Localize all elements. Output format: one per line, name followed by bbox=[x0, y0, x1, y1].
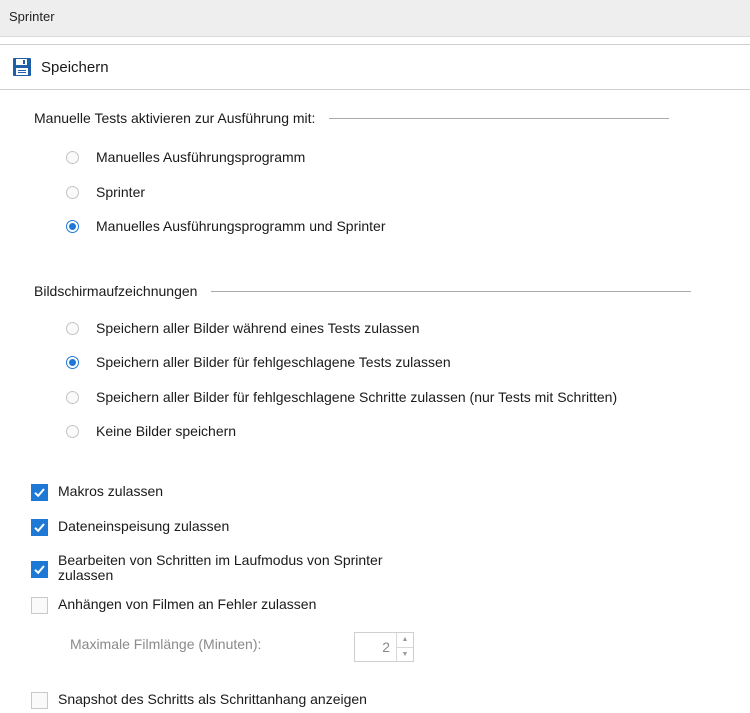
spinner-up-icon[interactable]: ▲ bbox=[397, 633, 413, 647]
divider bbox=[211, 290, 692, 292]
radio-save-images-failed-steps[interactable]: Speichern aller Bilder für fehlgeschlage… bbox=[66, 389, 617, 405]
checkmark-icon bbox=[34, 523, 45, 533]
radio-sprinter[interactable]: Sprinter bbox=[66, 184, 145, 200]
radio-save-images-failed-tests[interactable]: Speichern aller Bilder für fehlgeschlage… bbox=[66, 354, 451, 370]
divider bbox=[329, 117, 670, 119]
radio-manual-runner-and-sprinter[interactable]: Manuelles Ausführungsprogramm und Sprint… bbox=[66, 218, 386, 234]
checkbox-unchecked[interactable] bbox=[31, 692, 48, 709]
checkbox-attach-movies[interactable]: Anhängen von Filmen an Fehler zulassen bbox=[31, 597, 316, 614]
radio-manual-runner[interactable]: Manuelles Ausführungsprogramm bbox=[66, 149, 305, 165]
window-title-bar: Sprinter bbox=[0, 0, 750, 37]
screen-recording-group-title: Bildschirmaufzeichnungen bbox=[34, 283, 692, 299]
checkbox-checked[interactable] bbox=[31, 484, 48, 501]
film-length-label: Maximale Filmlänge (Minuten): bbox=[70, 636, 262, 652]
radio-button-selected[interactable] bbox=[66, 219, 79, 233]
film-length-value[interactable]: 2 bbox=[355, 633, 396, 661]
checkbox-allow-macros[interactable]: Makros zulassen bbox=[31, 484, 163, 501]
save-button[interactable]: Speichern bbox=[12, 57, 109, 77]
toolbar: Speichern bbox=[0, 44, 750, 90]
checkbox-checked[interactable] bbox=[31, 519, 48, 536]
radio-no-images[interactable]: Keine Bilder speichern bbox=[66, 423, 236, 439]
spinner-down-icon[interactable]: ▼ bbox=[397, 646, 413, 662]
checkbox-allow-edit-steps[interactable]: Bearbeiten von Schritten im Laufmodus vo… bbox=[31, 553, 383, 583]
radio-button[interactable] bbox=[66, 424, 79, 438]
window-title: Sprinter bbox=[9, 9, 55, 24]
radio-button[interactable] bbox=[66, 390, 79, 404]
manual-tests-group-title: Manuelle Tests aktivieren zur Ausführung… bbox=[34, 110, 670, 126]
radio-button[interactable] bbox=[66, 150, 79, 164]
save-button-label: Speichern bbox=[41, 58, 109, 76]
radio-save-all-images[interactable]: Speichern aller Bilder während eines Tes… bbox=[66, 320, 419, 336]
checkmark-icon bbox=[34, 565, 45, 575]
film-length-spinner[interactable]: 2 ▲ ▼ bbox=[354, 632, 414, 662]
spinner-buttons: ▲ ▼ bbox=[396, 633, 413, 661]
checkbox-unchecked[interactable] bbox=[31, 597, 48, 614]
checkbox-show-snapshot[interactable]: Snapshot des Schritts als Schrittanhang … bbox=[31, 692, 367, 709]
checkmark-icon bbox=[34, 488, 45, 498]
radio-button[interactable] bbox=[66, 185, 79, 199]
radio-button[interactable] bbox=[66, 321, 79, 335]
checkbox-allow-data-injection[interactable]: Dateneinspeisung zulassen bbox=[31, 519, 229, 536]
floppy-disk-icon bbox=[13, 58, 31, 76]
checkbox-checked[interactable] bbox=[31, 561, 48, 578]
radio-button-selected[interactable] bbox=[66, 355, 79, 369]
